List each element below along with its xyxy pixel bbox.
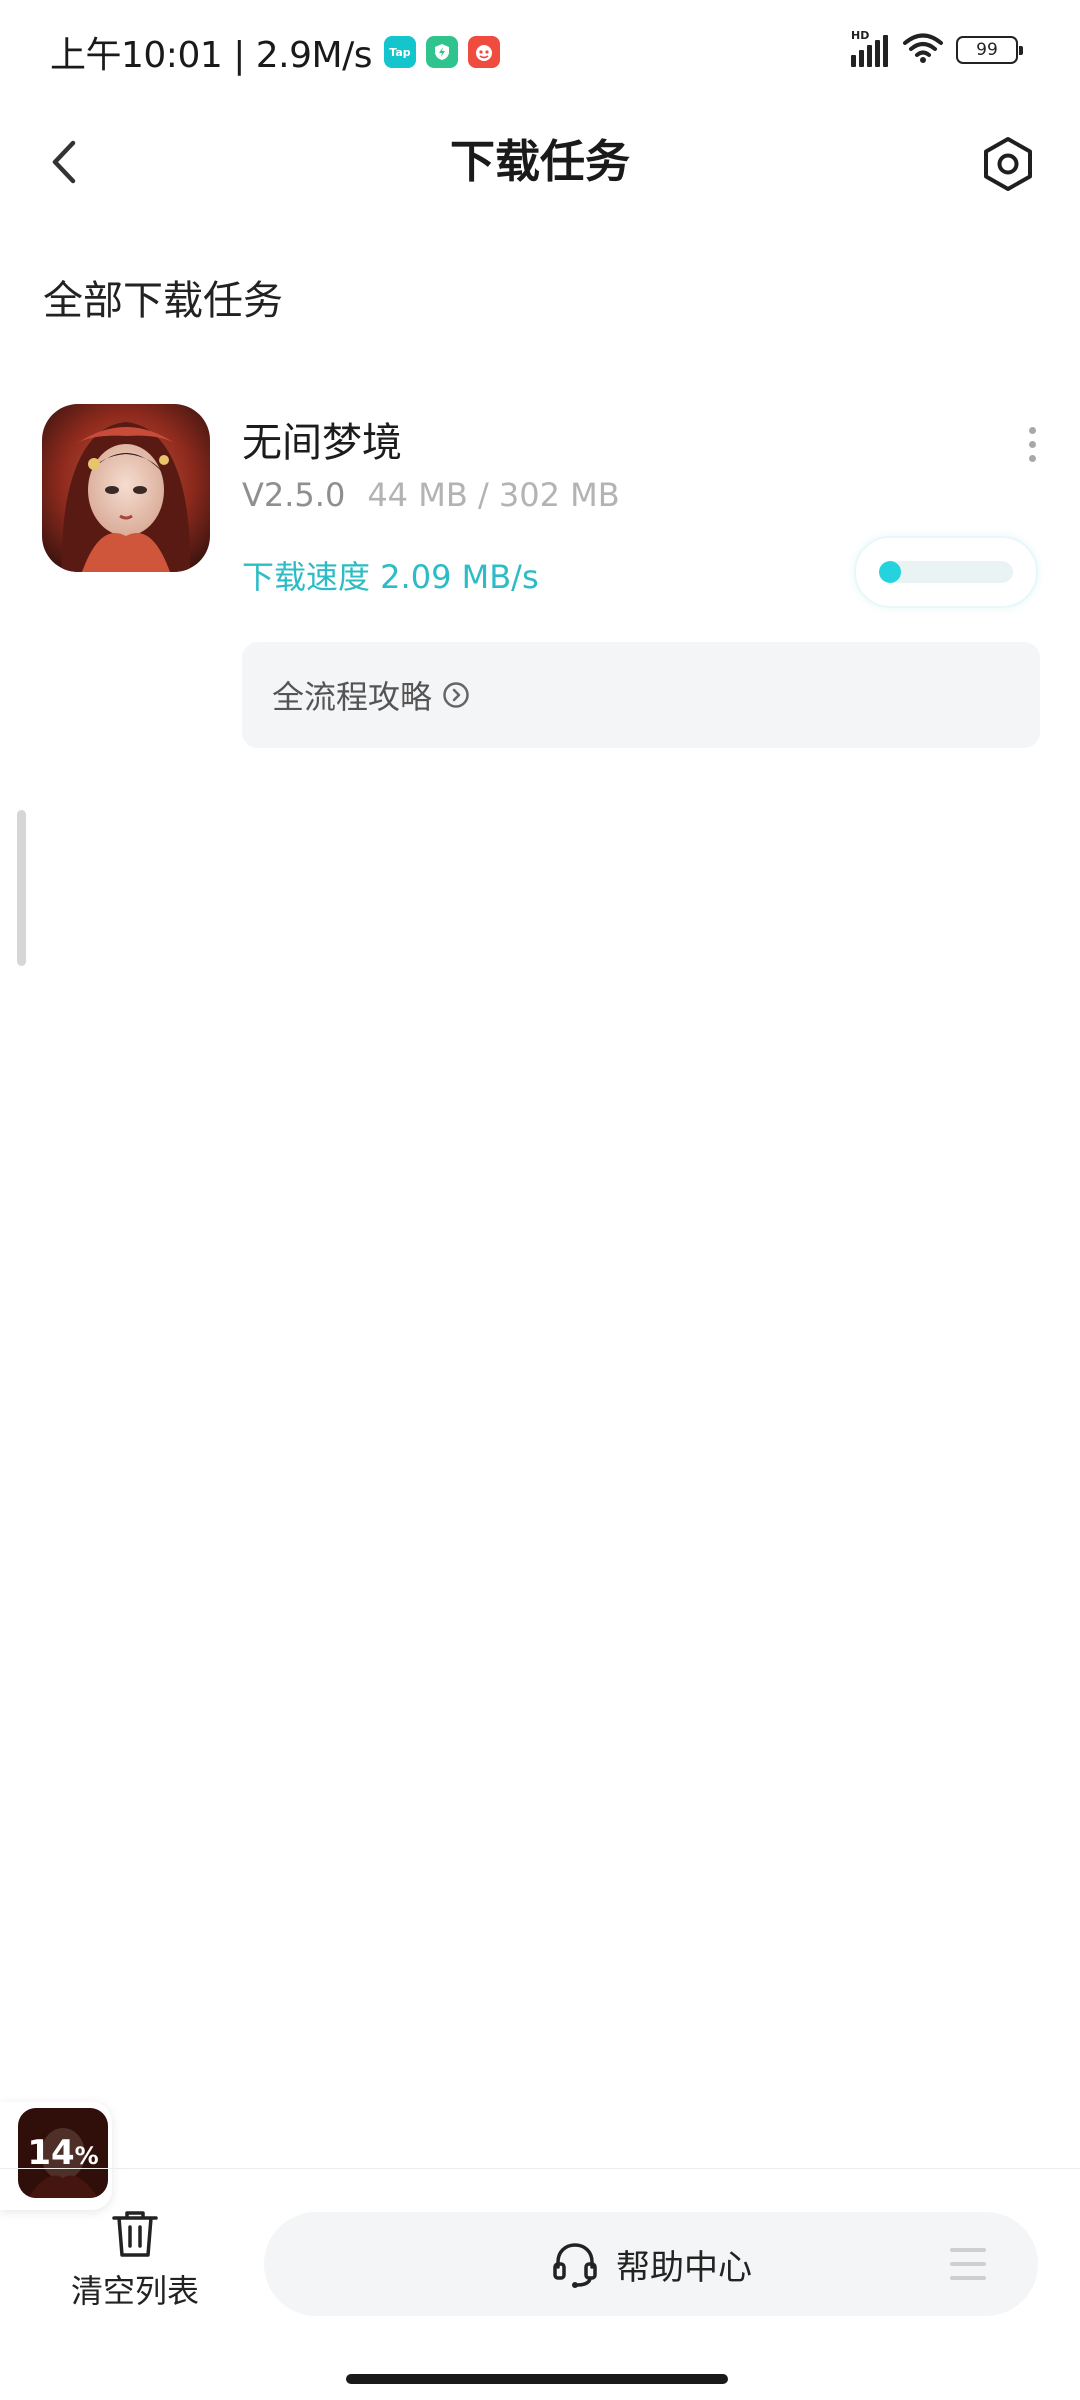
floating-progress-percent: 14% <box>27 2133 99 2173</box>
more-vertical-icon[interactable] <box>1012 416 1052 472</box>
status-right: HD 99 <box>851 29 1023 68</box>
help-center-label: 帮助中心 <box>616 2247 752 2288</box>
scroll-indicator[interactable] <box>17 810 26 966</box>
chevron-right-circle-icon <box>442 681 470 709</box>
download-progress-button[interactable] <box>854 536 1038 608</box>
home-indicator[interactable] <box>346 2374 728 2384</box>
shield-app-icon <box>425 36 458 68</box>
app-meta: V2.5.0 44 MB / 302 MB <box>242 476 620 514</box>
app-version: V2.5.0 <box>242 476 346 514</box>
red-app-icon <box>467 36 500 68</box>
floating-download-widget[interactable]: 14% <box>0 2102 112 2210</box>
header: 下载任务 <box>0 110 1080 220</box>
app-icon[interactable] <box>42 404 210 572</box>
wifi-icon <box>902 32 944 68</box>
network-label: HD <box>851 29 870 42</box>
status-time: 上午10:01 | 2.9M/s <box>50 35 372 76</box>
clear-list-button[interactable]: 清空列表 <box>60 2208 210 2318</box>
progress-track <box>879 561 1013 583</box>
status-left: 上午10:01 | 2.9M/s Tap <box>50 26 500 78</box>
settings-button[interactable] <box>976 132 1040 196</box>
download-speed: 下载速度 2.09 MB/s <box>242 558 539 596</box>
hexagon-gear-icon <box>984 137 1032 191</box>
section-title: 全部下载任务 <box>43 278 283 324</box>
bottom-divider <box>0 2168 1080 2169</box>
app-name: 无间梦境 <box>242 420 402 466</box>
guide-link[interactable]: 全流程攻略 <box>242 642 1040 748</box>
help-center-bar: 帮助中心 <box>264 2212 1038 2316</box>
tap-app-icon: Tap <box>383 36 416 68</box>
download-size: 44 MB / 302 MB <box>367 476 620 514</box>
trash-icon <box>112 2211 158 2257</box>
progress-fill <box>879 561 901 583</box>
download-task-card[interactable]: 无间梦境 V2.5.0 44 MB / 302 MB 下载速度 2.09 MB/… <box>0 400 1080 760</box>
help-center-button[interactable]: 帮助中心 <box>264 2212 1038 2316</box>
battery-icon: 99 <box>956 36 1023 64</box>
menu-icon[interactable] <box>950 2248 986 2280</box>
signal-icon: HD <box>851 29 888 67</box>
status-bar: 上午10:01 | 2.9M/s Tap HD 99 <box>0 0 1080 100</box>
clear-list-label: 清空列表 <box>70 2272 199 2310</box>
guide-label: 全流程攻略 <box>272 678 433 716</box>
page-title: 下载任务 <box>449 135 630 188</box>
floating-app-icon: 14% <box>18 2108 108 2198</box>
headset-icon <box>553 2243 597 2288</box>
